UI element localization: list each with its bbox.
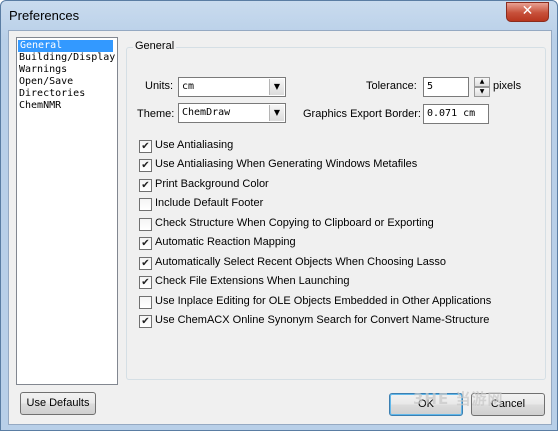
- export-border-label: Graphics Export Border:: [303, 108, 421, 120]
- units-select[interactable]: cm ▼: [178, 77, 286, 97]
- checkbox[interactable]: ✔: [139, 159, 152, 172]
- option-label: Use Inplace Editing for OLE Objects Embe…: [155, 295, 492, 307]
- category-list[interactable]: General Building/Display Warnings Open/S…: [16, 37, 118, 385]
- site-watermark: 3HE 当游网: [413, 390, 504, 408]
- category-item-building-display[interactable]: Building/Display: [17, 52, 117, 64]
- checkbox[interactable]: ✔: [139, 140, 152, 153]
- option-label: Check File Extensions When Launching: [155, 275, 350, 287]
- close-icon: ✕: [521, 3, 534, 19]
- option-label: Automatically Select Recent Objects When…: [155, 256, 447, 268]
- checkbox[interactable]: ✔: [139, 276, 152, 289]
- checkmark-icon: ✔: [141, 277, 150, 288]
- category-item-directories[interactable]: Directories: [17, 88, 117, 100]
- checkmark-icon: ✔: [141, 258, 150, 269]
- checkmark-icon: ✔: [141, 238, 150, 249]
- checkbox[interactable]: ✔: [139, 237, 152, 250]
- checkmark-icon: ✔: [141, 141, 150, 152]
- tolerance-value: 5: [427, 81, 434, 92]
- option-label: Include Default Footer: [155, 197, 264, 209]
- spin-down-icon[interactable]: ▼: [474, 87, 490, 97]
- checkbox[interactable]: ✔: [139, 257, 152, 270]
- export-border-input[interactable]: 0.071 cm: [423, 104, 489, 124]
- option-label: Check Structure When Copying to Clipboar…: [155, 217, 434, 229]
- option-label: Print Background Color: [155, 178, 269, 190]
- theme-label: Theme:: [137, 108, 175, 120]
- chevron-down-icon[interactable]: ▼: [269, 105, 284, 121]
- tolerance-spinner[interactable]: ▲ ▼: [474, 77, 490, 97]
- use-defaults-button[interactable]: Use Defaults: [20, 392, 96, 415]
- category-item-warnings[interactable]: Warnings: [17, 64, 117, 76]
- checkbox[interactable]: [139, 296, 152, 309]
- close-button[interactable]: ✕: [506, 2, 549, 22]
- checkbox[interactable]: [139, 198, 152, 211]
- tolerance-unit-label: pixels: [493, 80, 522, 92]
- tolerance-input[interactable]: 5: [423, 77, 469, 97]
- checkbox[interactable]: [139, 218, 152, 231]
- window-title: Preferences: [9, 8, 80, 23]
- checkbox[interactable]: ✔: [139, 315, 152, 328]
- option-label: Use Antialiasing When Generating Windows…: [155, 158, 418, 170]
- checkbox[interactable]: ✔: [139, 179, 152, 192]
- checkmark-icon: ✔: [141, 180, 150, 191]
- general-group-title: General: [133, 40, 177, 52]
- category-item-open-save[interactable]: Open/Save: [17, 76, 117, 88]
- theme-value: ChemDraw: [182, 107, 231, 118]
- option-label: Use ChemACX Online Synonym Search for Co…: [155, 314, 490, 326]
- preferences-window: Preferences ✕ General Building/Display W…: [0, 0, 558, 431]
- units-value: cm: [182, 81, 195, 92]
- checkmark-icon: ✔: [141, 160, 150, 171]
- option-label: Use Antialiasing: [155, 139, 234, 151]
- chevron-down-icon[interactable]: ▼: [269, 79, 284, 95]
- tolerance-label: Tolerance:: [366, 80, 417, 92]
- units-label: Units:: [145, 80, 174, 92]
- theme-select[interactable]: ChemDraw ▼: [178, 103, 286, 123]
- spin-up-icon[interactable]: ▲: [474, 77, 490, 87]
- option-label: Automatic Reaction Mapping: [155, 236, 296, 248]
- checkmark-icon: ✔: [141, 316, 150, 327]
- category-item-chemnmr[interactable]: ChemNMR: [17, 100, 117, 112]
- export-border-value: 0.071 cm: [427, 108, 476, 119]
- dialog-body: General Building/Display Warnings Open/S…: [8, 30, 552, 425]
- category-item-general[interactable]: General: [18, 40, 113, 52]
- title-bar[interactable]: Preferences ✕: [1, 1, 557, 31]
